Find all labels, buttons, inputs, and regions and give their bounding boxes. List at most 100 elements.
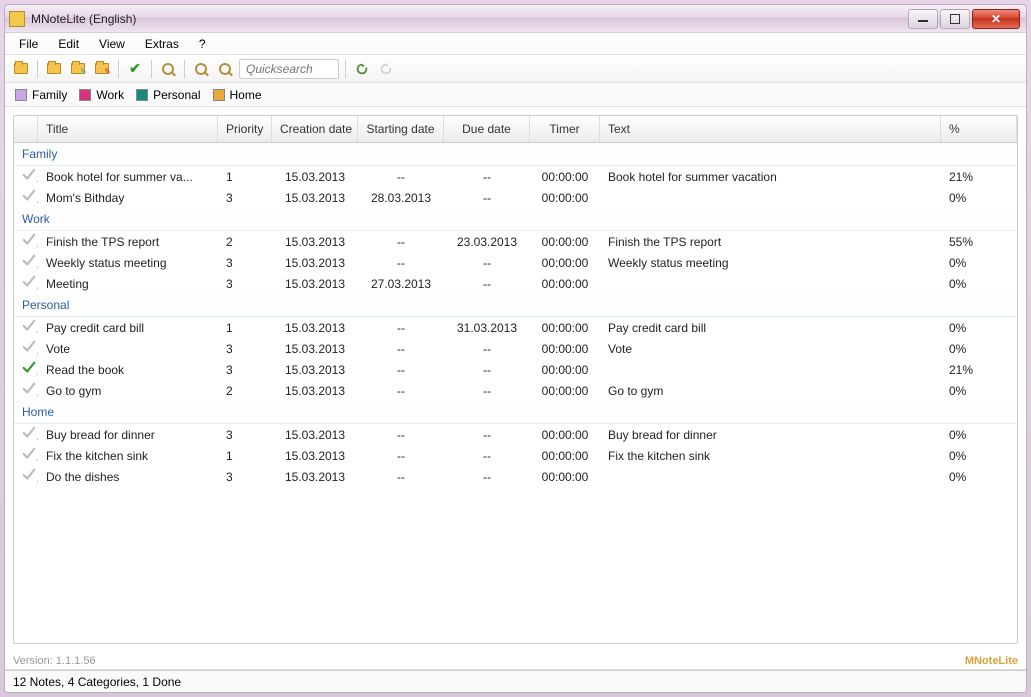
col-percent-header[interactable]: % xyxy=(941,116,1017,142)
group-header-home[interactable]: Home xyxy=(14,401,1017,424)
cell-start: -- xyxy=(358,382,444,400)
table-row[interactable]: Meeting315.03.201327.03.2013--00:00:000% xyxy=(14,273,1017,294)
close-button[interactable]: ✕ xyxy=(972,9,1020,29)
col-text-header[interactable]: Text xyxy=(600,116,941,142)
done-check-icon[interactable] xyxy=(14,338,38,359)
col-title-header[interactable]: Title xyxy=(38,116,218,142)
category-personal[interactable]: Personal xyxy=(136,88,200,102)
version-label: Version: 1.1.1.56 xyxy=(13,655,96,667)
cell-percent: 0% xyxy=(941,468,1017,486)
cell-timer: 00:00:00 xyxy=(530,168,600,186)
category-home[interactable]: Home xyxy=(213,88,262,102)
done-check-icon[interactable] xyxy=(14,187,38,208)
cell-text: Weekly status meeting xyxy=(600,254,941,272)
status-bar: 12 Notes, 4 Categories, 1 Done xyxy=(5,670,1026,692)
group-header-family[interactable]: Family xyxy=(14,143,1017,166)
table-row[interactable]: Weekly status meeting315.03.2013----00:0… xyxy=(14,252,1017,273)
column-header-row: Title Priority Creation date Starting da… xyxy=(14,116,1017,143)
col-priority-header[interactable]: Priority xyxy=(218,116,272,142)
cell-priority: 3 xyxy=(218,361,272,379)
cell-percent: 0% xyxy=(941,319,1017,337)
cell-due: 31.03.2013 xyxy=(444,319,530,337)
separator xyxy=(118,60,119,78)
separator xyxy=(37,60,38,78)
table-row[interactable]: Book hotel for summer va...115.03.2013--… xyxy=(14,166,1017,187)
done-check-icon[interactable] xyxy=(14,273,38,294)
cell-priority: 1 xyxy=(218,168,272,186)
table-row[interactable]: Pay credit card bill115.03.2013--31.03.2… xyxy=(14,317,1017,338)
table-row[interactable]: Mom's Bithday315.03.201328.03.2013--00:0… xyxy=(14,187,1017,208)
quicksearch-input[interactable] xyxy=(239,59,339,79)
cell-percent: 21% xyxy=(941,361,1017,379)
done-check-icon[interactable] xyxy=(14,252,38,273)
menu-view[interactable]: View xyxy=(91,35,133,53)
category-color-icon xyxy=(136,89,148,101)
category-color-icon xyxy=(15,89,27,101)
table-row[interactable]: Buy bread for dinner315.03.2013----00:00… xyxy=(14,424,1017,445)
cell-created: 15.03.2013 xyxy=(272,254,358,272)
maximize-button[interactable] xyxy=(940,9,970,29)
cell-start: 27.03.2013 xyxy=(358,275,444,293)
refresh-button[interactable] xyxy=(352,59,372,79)
status-text: 12 Notes, 4 Categories, 1 Done xyxy=(13,675,181,689)
cell-timer: 00:00:00 xyxy=(530,382,600,400)
done-check-icon[interactable] xyxy=(14,466,38,487)
cell-timer: 00:00:00 xyxy=(530,447,600,465)
cell-title: Fix the kitchen sink xyxy=(38,447,218,465)
col-start-header[interactable]: Starting date xyxy=(358,116,444,142)
table-row[interactable]: Go to gym215.03.2013----00:00:00Go to gy… xyxy=(14,380,1017,401)
cell-percent: 0% xyxy=(941,426,1017,444)
category-label: Home xyxy=(230,88,262,102)
done-check-icon[interactable] xyxy=(14,445,38,466)
mark-done-button[interactable]: ✔ xyxy=(125,59,145,79)
done-check-icon[interactable] xyxy=(14,424,38,445)
table-row[interactable]: Fix the kitchen sink115.03.2013----00:00… xyxy=(14,445,1017,466)
done-check-icon[interactable] xyxy=(14,317,38,338)
cell-percent: 0% xyxy=(941,382,1017,400)
menu-extras[interactable]: Extras xyxy=(137,35,187,53)
table-row[interactable]: Vote315.03.2013----00:00:00Vote0% xyxy=(14,338,1017,359)
notes-grid[interactable]: Title Priority Creation date Starting da… xyxy=(13,115,1018,644)
cell-timer: 00:00:00 xyxy=(530,426,600,444)
col-due-header[interactable]: Due date xyxy=(444,116,530,142)
cell-text: Buy bread for dinner xyxy=(600,426,941,444)
folder-delete-button[interactable] xyxy=(92,59,112,79)
cell-created: 15.03.2013 xyxy=(272,275,358,293)
folder-button-a[interactable] xyxy=(44,59,64,79)
folder-edit-button[interactable] xyxy=(68,59,88,79)
cell-start: -- xyxy=(358,340,444,358)
cell-percent: 0% xyxy=(941,189,1017,207)
cell-title: Pay credit card bill xyxy=(38,319,218,337)
category-color-icon xyxy=(213,89,225,101)
col-timer-header[interactable]: Timer xyxy=(530,116,600,142)
menu-file[interactable]: File xyxy=(11,35,46,53)
minimize-button[interactable] xyxy=(908,9,938,29)
group-header-work[interactable]: Work xyxy=(14,208,1017,231)
menu-q[interactable]: ? xyxy=(191,35,214,53)
category-work[interactable]: Work xyxy=(79,88,124,102)
cell-timer: 00:00:00 xyxy=(530,319,600,337)
group-header-personal[interactable]: Personal xyxy=(14,294,1017,317)
menu-edit[interactable]: Edit xyxy=(50,35,87,53)
category-family[interactable]: Family xyxy=(15,88,67,102)
table-row[interactable]: Read the book315.03.2013----00:00:0021% xyxy=(14,359,1017,380)
new-folder-button[interactable] xyxy=(11,59,31,79)
table-row[interactable]: Finish the TPS report215.03.2013--23.03.… xyxy=(14,231,1017,252)
cell-created: 15.03.2013 xyxy=(272,426,358,444)
cell-start: -- xyxy=(358,254,444,272)
table-row[interactable]: Do the dishes315.03.2013----00:00:000% xyxy=(14,466,1017,487)
col-icon-header[interactable] xyxy=(14,116,38,142)
zoom-in-button[interactable] xyxy=(191,59,211,79)
cell-start: -- xyxy=(358,319,444,337)
category-label: Family xyxy=(32,88,67,102)
zoom-out-button[interactable] xyxy=(215,59,235,79)
search-button[interactable] xyxy=(158,59,178,79)
col-created-header[interactable]: Creation date xyxy=(272,116,358,142)
titlebar[interactable]: MNoteLite (English) ✕ xyxy=(5,5,1026,33)
category-bar: Family Work Personal Home xyxy=(5,83,1026,107)
done-check-icon[interactable] xyxy=(14,231,38,252)
done-check-icon[interactable] xyxy=(14,359,38,380)
done-check-icon[interactable] xyxy=(14,380,38,401)
done-check-icon[interactable] xyxy=(14,166,38,187)
separator xyxy=(151,60,152,78)
